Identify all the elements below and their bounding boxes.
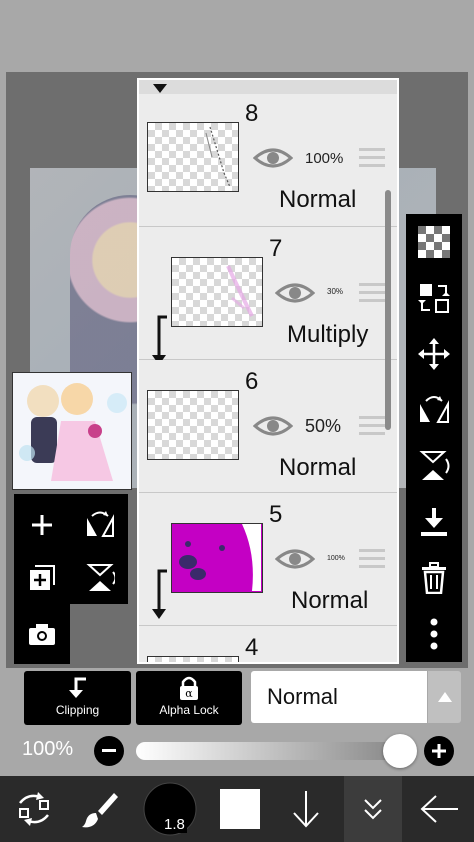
blend-mode-toggle[interactable] xyxy=(428,671,461,723)
opacity-decrease-button[interactable] xyxy=(94,736,124,766)
brush-icon[interactable] xyxy=(70,776,130,842)
lock-icon: α xyxy=(180,676,198,700)
more-icon[interactable] xyxy=(406,608,462,660)
flip-vertical-icon[interactable] xyxy=(72,550,128,605)
clipping-icon xyxy=(69,677,86,698)
collapse-arrow-icon[interactable] xyxy=(153,82,167,94)
layer-opacity: 100% xyxy=(305,150,344,167)
thumbnail-artwork xyxy=(13,373,131,489)
layer-number: 7 xyxy=(269,235,283,262)
drag-handle-icon[interactable] xyxy=(359,549,385,571)
layer-thumbnail[interactable] xyxy=(171,257,263,327)
color-swatch-fill xyxy=(220,789,260,829)
eye-icon[interactable] xyxy=(275,281,315,305)
brush-size-value: 1.8 xyxy=(162,816,187,833)
layer-scrollbar[interactable] xyxy=(385,190,391,430)
layer-row-5[interactable]: 5 100% Normal xyxy=(139,493,397,626)
flip-layer-icon[interactable] xyxy=(72,497,128,552)
brush-size-button[interactable]: 1.8 xyxy=(140,776,200,842)
trash-icon[interactable] xyxy=(406,552,462,604)
blend-mode-select[interactable]: Normal xyxy=(251,671,427,723)
clipping-label: Clipping xyxy=(55,703,100,717)
plus-icon[interactable] xyxy=(14,497,70,552)
transform-icon[interactable] xyxy=(4,776,64,842)
layer-row-8[interactable]: 8 100% Normal xyxy=(139,94,397,227)
layer-blend-mode: Multiply xyxy=(287,321,369,348)
layer-opacity: 100% xyxy=(327,555,345,562)
layer-options-row: Clipping α Alpha Lock Normal xyxy=(0,668,474,730)
color-swatch[interactable] xyxy=(210,776,270,842)
right-toolbar xyxy=(406,214,462,662)
layer-row-7[interactable]: 7 30% Multiply xyxy=(139,227,397,365)
layer-number: 6 xyxy=(245,368,259,395)
flip-vertical-icon[interactable] xyxy=(406,440,462,492)
eye-icon[interactable] xyxy=(253,414,293,438)
triangle-up-icon xyxy=(437,692,452,702)
swap-icon[interactable] xyxy=(406,272,462,324)
opacity-value: 100% xyxy=(22,738,74,760)
top-band xyxy=(0,0,474,72)
move-icon[interactable] xyxy=(406,328,462,380)
layer-row-6[interactable]: 6 50% Normal xyxy=(139,360,397,493)
left-toolbar-extra xyxy=(14,604,70,664)
layer-number: 4 xyxy=(245,634,259,661)
drag-handle-icon[interactable] xyxy=(359,283,385,305)
eye-icon[interactable] xyxy=(275,547,315,571)
opacity-slider[interactable] xyxy=(136,742,400,760)
layer-opacity: 50% xyxy=(305,416,342,436)
layer-blend-mode: Normal xyxy=(291,587,369,614)
layer-blend-mode: Normal xyxy=(279,454,357,481)
flip-horizontal-icon[interactable] xyxy=(406,384,462,436)
layer-opacity: 30% xyxy=(327,287,344,296)
layer-thumbnail[interactable] xyxy=(147,122,239,192)
layer-number: 5 xyxy=(269,501,283,528)
alpha-lock-label: Alpha Lock xyxy=(159,703,219,717)
opacity-row: 100% xyxy=(0,730,474,774)
svg-text:α: α xyxy=(185,687,193,700)
drag-handle-icon[interactable] xyxy=(359,148,385,170)
layer-row-4[interactable]: 4 xyxy=(139,626,397,662)
layer-panel: 8 100% Normal 7 30% Multiply 6 50% Norma… xyxy=(137,78,399,664)
chevron-down-icon[interactable] xyxy=(344,776,402,842)
arrow-down-icon[interactable] xyxy=(276,776,336,842)
bottom-toolbar: 1.8 xyxy=(0,776,474,842)
layer-number: 8 xyxy=(245,100,259,127)
clipping-button[interactable]: Clipping xyxy=(24,671,131,725)
left-toolbar xyxy=(14,494,128,604)
clipping-arrow-icon xyxy=(152,569,167,619)
opacity-increase-button[interactable] xyxy=(424,736,454,766)
layer-blend-mode: Normal xyxy=(279,186,357,213)
layer-thumbnail[interactable] xyxy=(171,523,263,593)
layer-thumbnail[interactable] xyxy=(147,656,239,662)
camera-icon[interactable] xyxy=(14,607,70,662)
drag-handle-icon[interactable] xyxy=(359,416,385,438)
opacity-slider-knob[interactable] xyxy=(383,734,417,768)
canvas-thumbnail[interactable] xyxy=(12,372,132,490)
layer-thumbnail[interactable] xyxy=(147,390,239,460)
eye-icon[interactable] xyxy=(253,146,293,170)
checker-icon[interactable] xyxy=(406,216,462,268)
arrow-left-icon[interactable] xyxy=(410,776,470,842)
alpha-lock-button[interactable]: α Alpha Lock xyxy=(136,671,242,725)
add-layer-icon[interactable] xyxy=(14,550,70,605)
download-icon[interactable] xyxy=(406,496,462,548)
